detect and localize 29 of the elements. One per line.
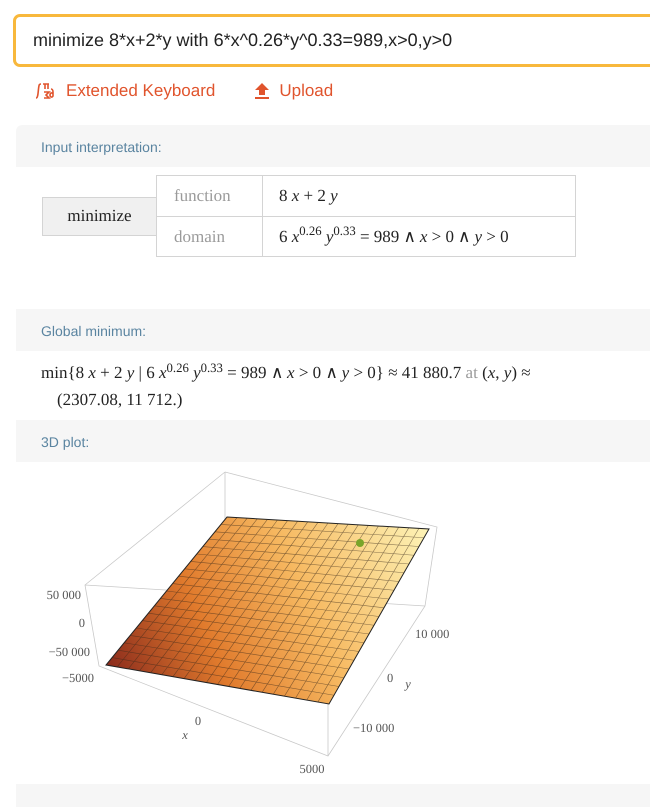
point-label: (x, y) ≈ (482, 363, 531, 382)
row-value: 6 x$^{0.26}$ y$^{0.33}$ = 989 ∧ x > 0 ∧ y > 0 (278, 223, 510, 248)
toolbar-link[interactable]: Upload (255, 80, 334, 102)
minimum-point (356, 539, 364, 547)
x-axis-label: x (182, 728, 188, 742)
y-tick-label: 0 (387, 671, 394, 685)
x-tick-label: −5000 (62, 671, 94, 685)
x-tick-label: 0 (194, 714, 202, 728)
row-label: function (157, 176, 263, 216)
pod-title: Input interpretation: (40, 138, 163, 157)
z-tick-label: 0 (78, 616, 85, 630)
z-tick-label: −50 000 (48, 645, 90, 659)
math-symbols-icon (34, 82, 56, 100)
toolbar-link[interactable]: Extended Keyboard (34, 80, 216, 102)
at-word: at (466, 363, 478, 382)
pod-title: Global minimum: (40, 322, 148, 341)
row-value: 8 x + 2 y (278, 185, 339, 208)
search-field[interactable]: minimize 8*x+2*y with 6*x^0.26*y^0.33=989,x>0,y>0 (13, 14, 650, 67)
y-axis-label: y (405, 677, 411, 691)
action-cell: minimize (42, 196, 156, 236)
x-tick-label: 5000 (300, 762, 324, 776)
pod-title: 3D plot: (40, 433, 90, 452)
z-tick-label: 50 000 (46, 588, 81, 602)
y-tick-label: −10 000 (353, 721, 394, 735)
row-label: domain (157, 217, 263, 256)
upload-icon (255, 83, 270, 99)
minimum-expression: min{8 x + 2 y | 6 x$^{0.26}$ y$^{0.33}$ = 989 ∧ x > 0 ∧ y > 0} ≈ 41 880.7 (41, 363, 462, 382)
point-value: (2307.08, 11 712.) (56, 390, 182, 409)
y-tick-label: 10 000 (415, 627, 450, 641)
